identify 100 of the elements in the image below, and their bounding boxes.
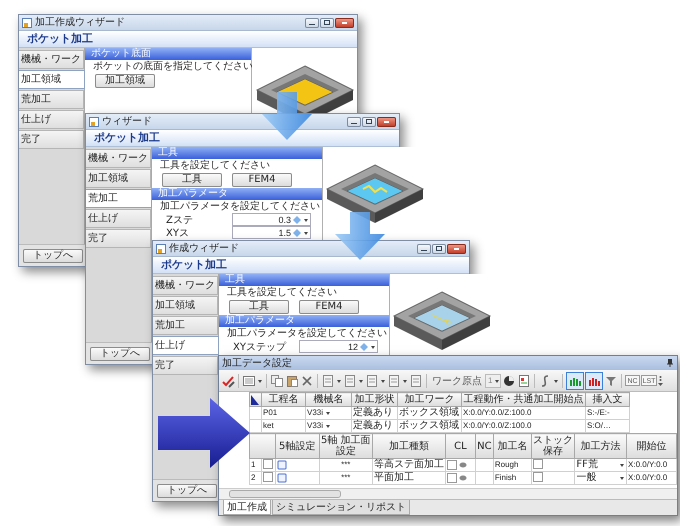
column-header: 加工種類: [372, 434, 446, 458]
bottom-tab[interactable]: シミュレーション・リポスト: [272, 500, 410, 515]
top-button[interactable]: トップへ: [23, 248, 83, 262]
column-header: 加工ワーク: [398, 392, 462, 406]
table-cell: 1: [250, 458, 262, 472]
top-button[interactable]: トップへ: [90, 346, 150, 360]
maximize-button[interactable]: [320, 18, 334, 28]
table-cell: 平面加工: [372, 472, 446, 484]
step-tab[interactable]: 機械・ワーク: [19, 50, 84, 69]
frame-icon[interactable]: [276, 473, 287, 483]
number-field[interactable]: 0.3: [232, 213, 311, 226]
close-button[interactable]: [447, 244, 466, 254]
pie-chart-icon[interactable]: [502, 374, 516, 388]
action-button[interactable]: FEM4: [232, 173, 292, 187]
instruction-text: 加工パラメータを設定してください: [226, 327, 388, 340]
section-header: 工具: [152, 147, 322, 159]
close-button[interactable]: [335, 18, 354, 28]
app-icon: [89, 116, 99, 126]
disc-icon: [458, 461, 467, 469]
table-cell: X:0.0/Y:0.0: [626, 472, 676, 484]
maximize-button[interactable]: [432, 244, 446, 254]
toggle-button[interactable]: [566, 372, 584, 390]
horizontal-scrollbar[interactable]: [219, 488, 677, 499]
checkbox[interactable]: [532, 472, 543, 482]
table-cell: X:0.0/Y:0.0: [626, 458, 676, 472]
section-header: 加工パラメータ: [219, 315, 389, 327]
table-cell: 2: [250, 472, 262, 484]
checkbox[interactable]: [446, 460, 457, 470]
table-cell: 定義あり: [352, 406, 398, 420]
top-button[interactable]: トップへ: [157, 484, 217, 498]
minimize-button[interactable]: [417, 244, 431, 254]
checkbox[interactable]: [262, 459, 273, 470]
action-button[interactable]: 工具: [229, 300, 289, 314]
pin-icon[interactable]: [666, 358, 674, 368]
action-button[interactable]: 加工領域: [95, 74, 155, 88]
action-button[interactable]: 工具: [162, 173, 222, 187]
page-heading: ポケット加工: [19, 31, 357, 48]
instruction-text: 加工パラメータを設定してください: [159, 200, 321, 213]
step-tab[interactable]: 機械・ワーク: [86, 149, 151, 168]
step-tab[interactable]: 仕上げ: [86, 209, 151, 228]
close-button[interactable]: [377, 116, 396, 126]
toggle-button[interactable]: [585, 372, 604, 390]
number-field[interactable]: 1.5: [232, 226, 311, 239]
action-button[interactable]: FEM4: [299, 300, 359, 314]
column-header: NC: [475, 434, 494, 458]
delete-icon[interactable]: [300, 374, 314, 388]
step-tab[interactable]: 完了: [153, 356, 218, 375]
window-title: ウィザード: [102, 116, 153, 128]
step-tab[interactable]: 加工領域: [19, 70, 85, 89]
table-cell: ***: [319, 458, 372, 472]
checkbox[interactable]: [446, 473, 457, 483]
right-arrow-icon: [158, 398, 250, 468]
checkmark-pen-icon[interactable]: [221, 374, 235, 388]
table-cell: 等高ステ面加工: [372, 458, 446, 472]
maximize-button[interactable]: [362, 116, 376, 126]
column-header: 開始位: [626, 434, 676, 458]
step-tab[interactable]: 完了: [19, 130, 84, 149]
down-arrow-icon: [335, 212, 385, 260]
frame-icon[interactable]: [276, 460, 287, 470]
section-header: 工具: [219, 274, 389, 286]
table-cell: Rough: [493, 458, 532, 472]
column-header: 工程名: [262, 392, 306, 406]
instruction-text: 工具を設定してください: [159, 159, 271, 172]
column-header: 5軸設定: [275, 434, 320, 458]
overflow-icon[interactable]: [658, 374, 664, 388]
page-heading: ポケット加工: [86, 130, 399, 147]
window-title: 作成ウィザード: [169, 242, 240, 254]
table-cell: 一般: [576, 472, 596, 484]
checkbox[interactable]: [262, 472, 273, 482]
image-icon[interactable]: [517, 374, 532, 388]
list-icon[interactable]: [242, 374, 256, 388]
step-tab[interactable]: 荒加工: [19, 90, 84, 109]
step-tab[interactable]: 機械・ワーク: [153, 276, 218, 295]
step-tab[interactable]: 加工領域: [86, 169, 151, 188]
step-tab[interactable]: 加工領域: [153, 296, 218, 315]
window-title: 加工作成ウィザード: [35, 16, 126, 28]
number-field[interactable]: 12: [299, 340, 378, 353]
down-arrow-icon: [262, 92, 312, 140]
step-tab[interactable]: 仕上げ: [19, 110, 84, 129]
bottom-tab[interactable]: 加工作成: [223, 500, 271, 515]
checkbox[interactable]: [532, 459, 543, 470]
step-tab[interactable]: 荒加工: [86, 189, 152, 208]
column-header: ストック保存: [531, 434, 575, 458]
copy-icon[interactable]: [270, 374, 284, 388]
step-tab[interactable]: 仕上げ: [153, 336, 219, 355]
window-title: 加工データ設定: [222, 356, 292, 370]
page-heading: ポケット加工: [153, 257, 469, 274]
table-cell: FF荒: [576, 459, 598, 471]
minimize-button[interactable]: [305, 18, 319, 28]
column-header: [250, 434, 276, 458]
step-tab[interactable]: 荒加工: [153, 316, 218, 335]
table-cell: S:-/E:-: [586, 406, 630, 420]
table-cell: P01: [262, 406, 306, 420]
paste-icon[interactable]: [285, 374, 299, 388]
step-tab[interactable]: 完了: [86, 229, 151, 248]
column-header: 加工方法: [574, 434, 627, 458]
field-label: XYステップ: [233, 340, 288, 354]
column-header: 加工形状: [352, 392, 398, 406]
column-header: 挿入文: [586, 392, 630, 406]
minimize-button[interactable]: [347, 116, 361, 126]
